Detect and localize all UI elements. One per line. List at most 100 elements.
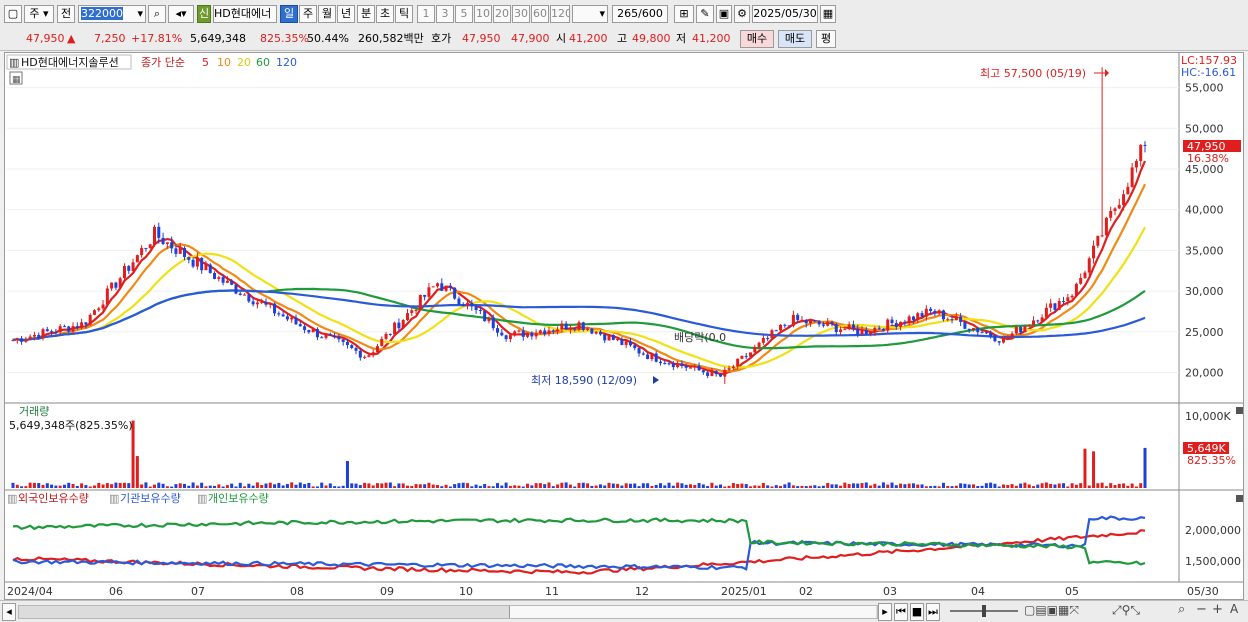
interval-30-button[interactable]: 30 [512,5,530,23]
zoom-slider-handle[interactable] [982,605,986,617]
fast-forward-icon[interactable]: ⏭ [926,603,940,621]
interval-20-button[interactable]: 20 [493,5,511,23]
period-month-button[interactable]: 월 [318,5,336,23]
volume-bar [809,485,813,488]
price-change-pct: +17.81% [131,32,183,45]
candle-body [1027,325,1031,327]
volume-bar [1006,485,1010,488]
volume-bar [753,485,757,488]
search-icon[interactable]: ⌕ [148,5,166,23]
stock-code-input[interactable]: 322000 ▾ [78,5,146,23]
volume-bar [766,485,770,488]
candle-body [538,330,542,334]
sound-icon[interactable]: ◂▾ [168,5,194,23]
volume-bar [680,483,684,488]
font-size-icon[interactable]: A [1230,602,1238,616]
zoom-search-icon[interactable]: ⌕ [1178,602,1185,617]
volume-close-icon[interactable] [1236,407,1243,414]
legend-ma10: 10 [217,56,231,69]
period-type-select[interactable]: 주 ▾ [24,5,54,23]
save-icon[interactable]: ▣ [716,5,732,23]
legend-marker: ▥ [9,56,19,69]
volume-bar [860,483,864,488]
volume-bar [67,482,71,488]
candle-body [114,282,118,288]
zoom-in-icon[interactable]: + [1212,602,1223,617]
candle-body [616,339,620,341]
volume-bar [654,484,658,488]
stop-icon[interactable]: ■ [910,603,924,621]
candle-body [843,329,847,331]
period-year-button[interactable]: 년 [337,5,355,23]
interval-10-button[interactable]: 10 [474,5,492,23]
zoom-out-icon[interactable]: − [1196,602,1207,617]
buy-button[interactable]: 매수 [740,30,774,48]
volume-bar [590,485,594,488]
interval-3-button[interactable]: 3 [436,5,454,23]
period-tick-button[interactable]: 틱 [395,5,413,23]
candle-body [1023,326,1027,333]
volume-bar [731,483,735,488]
volume-bar [903,484,907,488]
volume-bar [573,486,577,488]
volume-bar [367,483,371,488]
legend-ma20: 20 [237,56,251,69]
period-minute-button[interactable]: 분 [357,5,375,23]
ma-line [12,160,1147,376]
chart-area[interactable]: ▥ HD현대에너지솔루션 종가 단순 5 10 20 60 120 ▦ LC:1… [4,52,1244,600]
rewind-icon[interactable]: ⏮ [894,603,908,621]
period-week-button[interactable]: 주 [299,5,317,23]
period-second-button[interactable]: 초 [376,5,394,23]
sell-button[interactable]: 매도 [778,30,812,48]
interval-custom-select[interactable]: ▾ [572,5,608,23]
scroll-left-icon[interactable]: ◂ [2,603,16,621]
volume-bar [303,484,307,488]
window-menu-icon[interactable]: ▢ [4,5,22,23]
draw-tool-icon[interactable]: ✎ [696,5,714,23]
volume-bar [1074,484,1078,488]
candle-body [641,353,645,355]
volume-bar [641,483,645,488]
scroll-right-icon[interactable]: ▸ [878,603,892,621]
candle-body [431,286,435,288]
scroll-thumb[interactable] [509,606,876,618]
gear-icon[interactable]: ⚙ [734,5,750,23]
candle-body [277,313,281,315]
min-annotation: 최저 18,590 (12/09) [531,374,637,387]
volume-bar [165,486,169,488]
interval-5-button[interactable]: 5 [455,5,473,23]
candle-body [929,308,933,311]
candle-body [457,298,461,305]
count-value: 265 [617,7,639,20]
interval-120-button[interactable]: 120 [550,5,570,23]
volume-bar [298,482,302,488]
prev-button[interactable]: 전 [57,5,75,23]
volume-bar [757,485,761,488]
interval-60-button[interactable]: 60 [531,5,549,23]
date-input[interactable]: 2025/05/30 [752,5,818,23]
candle-body [500,332,504,336]
tool-icons[interactable]: ⤢⚲⤡ [1112,603,1140,618]
candle-body [238,293,242,295]
stock-name-field[interactable]: HD현대에너 [213,5,277,23]
candle-body [504,335,508,340]
x-label: 10 [459,585,473,598]
eval-button[interactable]: 평 [816,30,836,48]
chart-settings-icon[interactable]: ⊞ [674,5,694,23]
holders-close-icon[interactable] [1236,495,1243,502]
high-price: 49,800 [632,32,671,45]
chart-svg[interactable]: ▥ HD현대에너지솔루션 종가 단순 5 10 20 60 120 ▦ LC:1… [5,53,1243,599]
candle-body [714,370,718,375]
count-field[interactable]: 265/600 [612,5,668,23]
scroll-track[interactable] [18,605,878,619]
volume-bar [1066,486,1070,488]
calendar-icon[interactable]: ▦ [820,5,836,23]
period-day-button[interactable]: 일 [280,5,298,23]
candle-body [667,363,671,365]
volume-bar [933,485,937,488]
candle-body [903,321,907,323]
low-price: 41,200 [692,32,731,45]
volume-tick: 10,000K [1185,410,1231,423]
layout-icons[interactable]: ▢▤▣▦⤧ [1024,603,1079,618]
interval-1-button[interactable]: 1 [417,5,435,23]
